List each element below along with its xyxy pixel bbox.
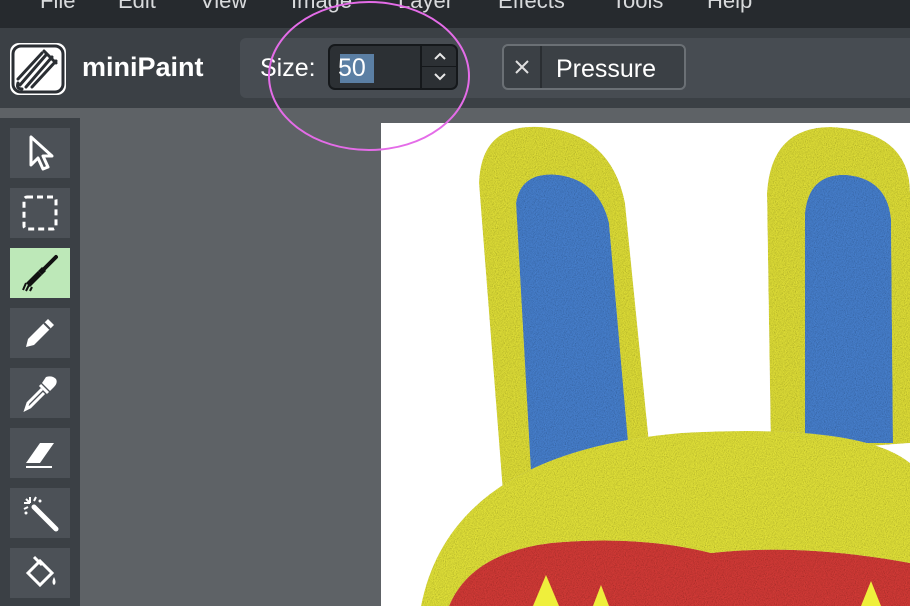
tools-sidebar — [0, 118, 80, 606]
selection-rect-icon — [22, 195, 58, 231]
pressure-label: Pressure — [556, 55, 657, 83]
magic-wand-icon — [23, 496, 59, 532]
tool-eyedropper[interactable] — [10, 368, 70, 418]
drawing-canvas[interactable] — [381, 123, 910, 606]
tool-selection[interactable] — [10, 188, 70, 238]
bunny-image — [421, 126, 910, 606]
logo-brushes-icon — [11, 44, 65, 94]
menu-view[interactable]: View — [200, 0, 247, 14]
eraser-icon — [26, 443, 54, 468]
tool-brush[interactable] — [10, 248, 70, 298]
tool-magic-wand[interactable] — [10, 488, 70, 538]
pressure-toggle[interactable]: Pressure — [502, 44, 686, 90]
app-logo — [10, 43, 66, 95]
highlight-annotation — [268, 1, 470, 151]
menu-effects[interactable]: Effects — [498, 0, 565, 14]
select-arrow-icon — [29, 135, 54, 171]
close-icon — [515, 60, 529, 74]
menu-tools[interactable]: Tools — [612, 0, 663, 14]
menu-help[interactable]: Help — [707, 0, 752, 14]
brush-icon — [22, 255, 58, 292]
menu-file[interactable]: File — [40, 0, 75, 14]
fill-bucket-icon — [25, 555, 56, 588]
pressure-off-indicator — [504, 46, 542, 88]
tool-eraser[interactable] — [10, 428, 70, 478]
app-name: miniPaint — [82, 52, 204, 82]
tool-fill[interactable] — [10, 548, 70, 598]
menu-edit[interactable]: Edit — [118, 0, 156, 14]
tool-pencil[interactable] — [10, 308, 70, 358]
eyedropper-icon — [23, 376, 57, 412]
pencil-icon — [26, 319, 54, 347]
menu-bar: File Edit View Image Layer Effects Tools… — [0, 0, 910, 28]
tool-select[interactable] — [10, 128, 70, 178]
